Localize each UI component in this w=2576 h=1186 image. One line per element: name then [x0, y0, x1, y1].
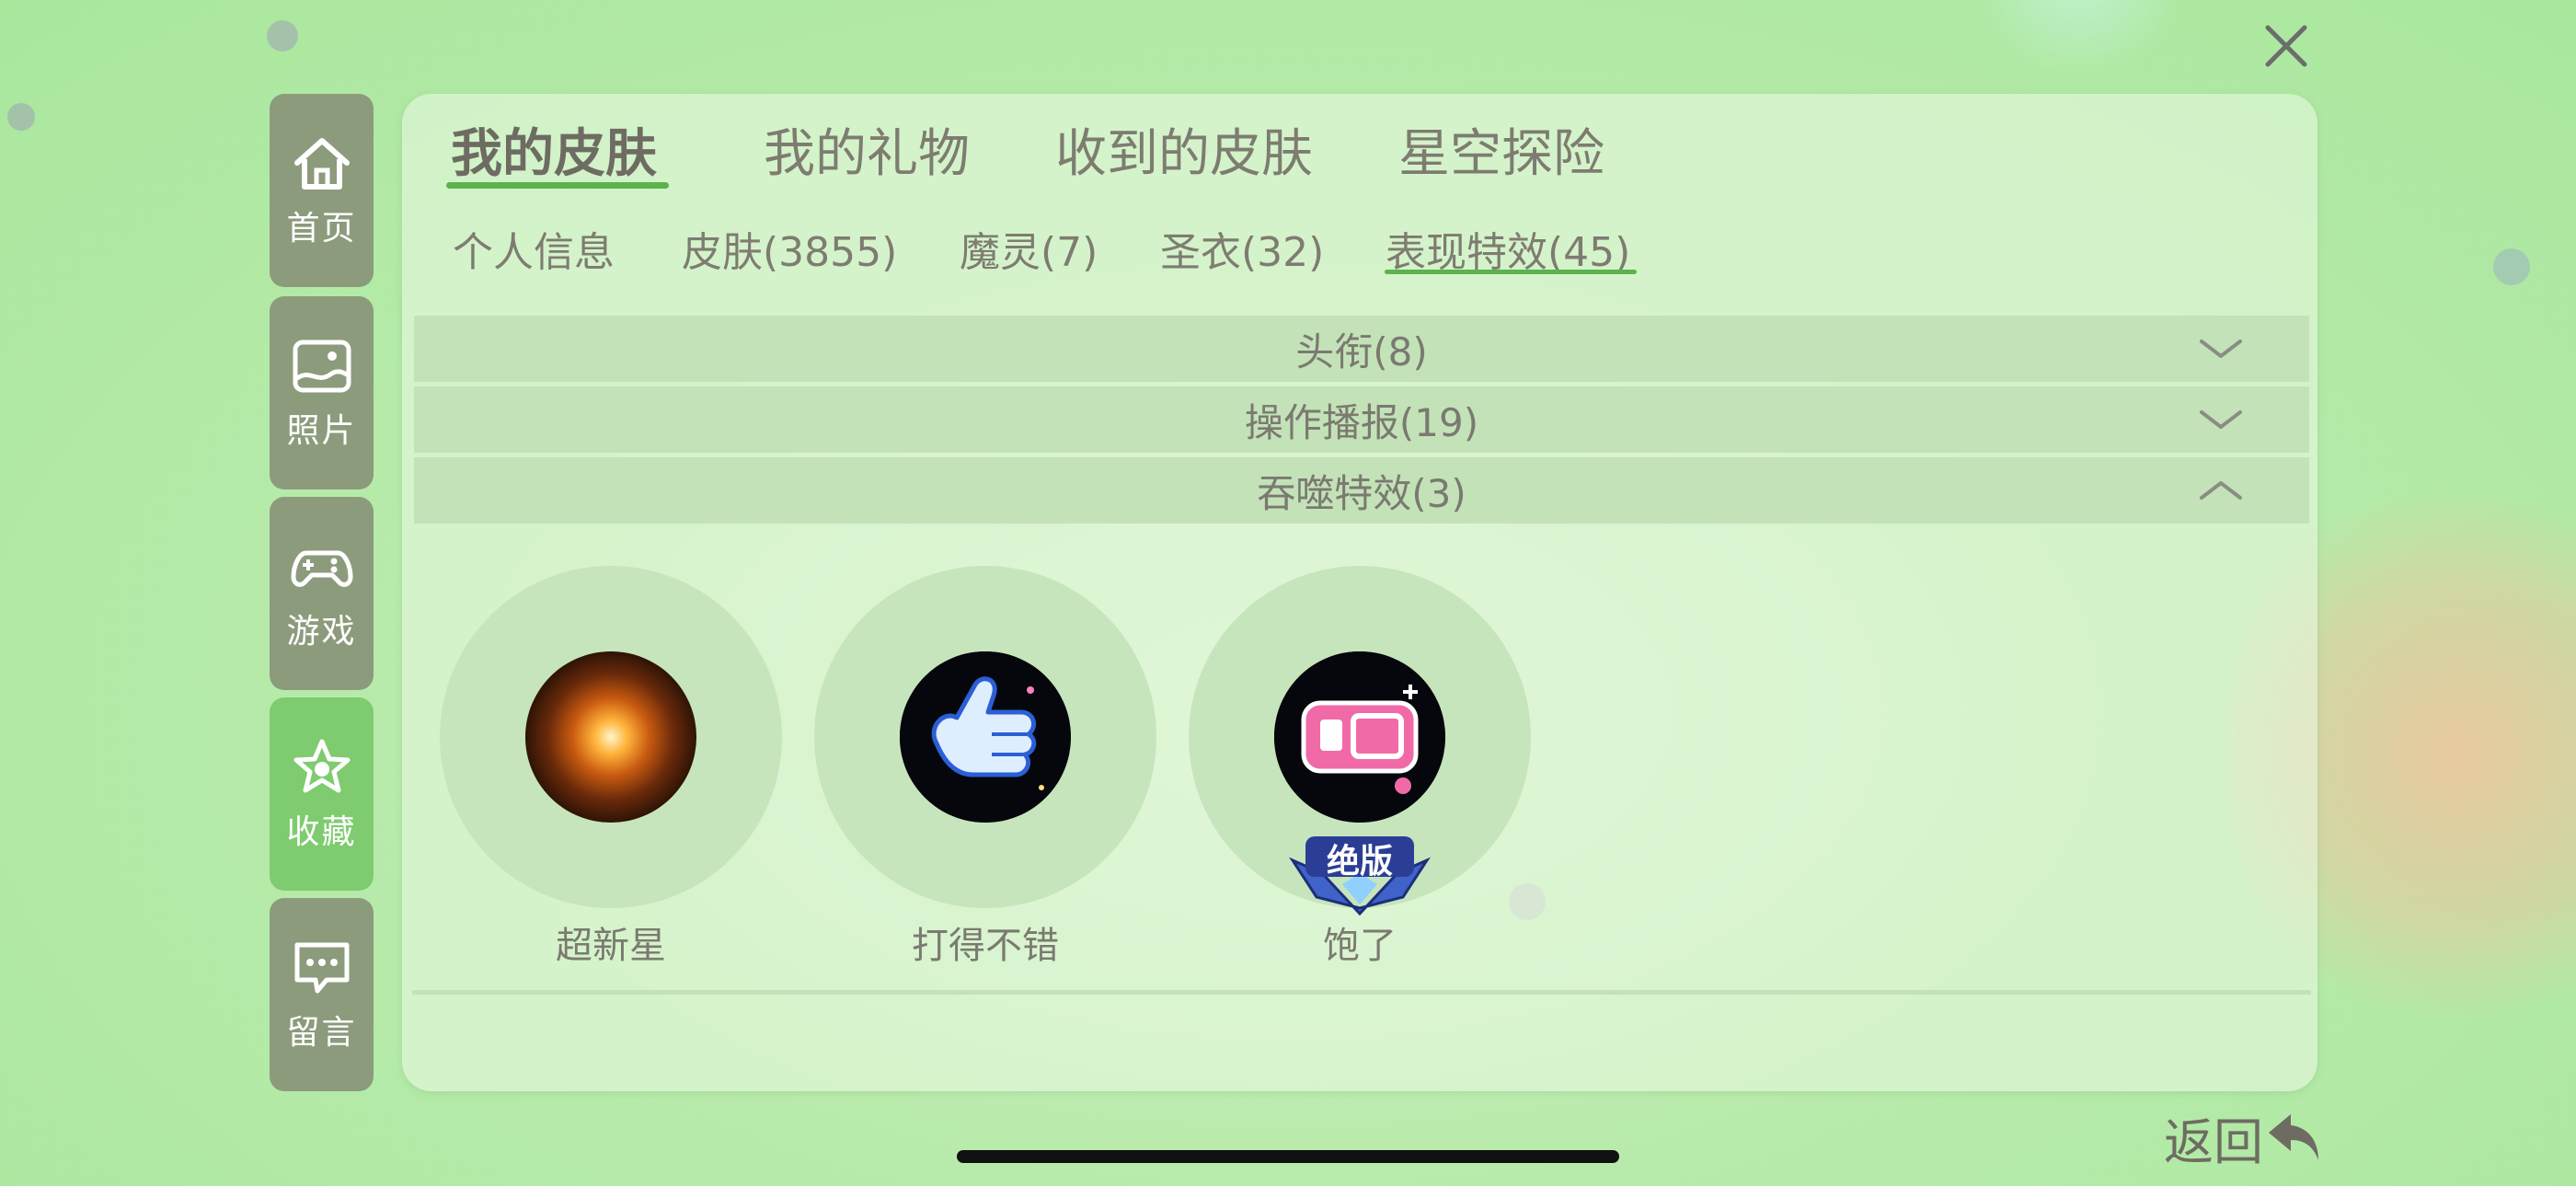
sidebar-item-label: 收藏 [286, 813, 357, 851]
home-icon [293, 138, 350, 190]
tab-active-indicator [446, 182, 669, 189]
effect-item-thumbs-up[interactable]: 打得不错 [814, 566, 1156, 967]
subtab-skins[interactable]: 皮肤(3855) [682, 219, 897, 278]
subtab-personal-info[interactable]: 个人信息 [453, 219, 615, 278]
effect-item-circle [814, 566, 1156, 908]
message-icon [294, 942, 349, 994]
sidebar-item-home[interactable]: 首页 [270, 94, 374, 287]
chevron-down-icon [2200, 340, 2242, 358]
back-label: 返回 [2164, 1112, 2263, 1171]
effect-item-circle [440, 566, 782, 908]
section-titles-header[interactable]: 头衔(8) [414, 316, 2309, 382]
effect-item-burp[interactable]: 绝版 饱了 [1189, 566, 1531, 967]
sidebar-item-label: 游戏 [286, 613, 357, 651]
return-arrow-icon [2269, 1114, 2318, 1160]
background-dot [267, 20, 298, 52]
background-dot [2493, 248, 2530, 285]
effect-item-label: 超新星 [556, 925, 666, 967]
sidebar-item-photo[interactable]: 照片 [270, 296, 374, 489]
sidebar-item-favorites[interactable]: 收藏 [270, 697, 374, 891]
thumbs-up-icon [900, 651, 1071, 823]
background-glow [1960, 0, 2199, 74]
supernova-icon [525, 651, 696, 823]
tab-my-skins[interactable]: 我的皮肤 [451, 112, 657, 187]
effect-item-supernova[interactable]: 超新星 [440, 566, 782, 967]
sidebar-item-label: 留言 [286, 1014, 357, 1052]
back-button[interactable]: 返回 [2164, 1100, 2328, 1174]
tab-received-skins[interactable]: 收到的皮肤 [1055, 112, 1313, 187]
section-title: 操作播报(19) [1244, 399, 1479, 445]
background-dot [7, 103, 35, 131]
section-devour-header[interactable]: 吞噬特效(3) [414, 457, 2309, 524]
section-divider [412, 990, 2311, 995]
sidebar-item-label: 照片 [286, 412, 357, 450]
close-icon [2265, 25, 2307, 67]
chevron-down-icon [2200, 410, 2242, 429]
effect-item-label: 打得不错 [912, 925, 1059, 967]
gamepad-icon [291, 550, 352, 587]
subtab-armor[interactable]: 圣衣(32) [1160, 219, 1324, 278]
subtab-spirits[interactable]: 魔灵(7) [960, 219, 1098, 278]
effect-item-circle: 绝版 [1189, 566, 1531, 915]
photo-icon [293, 340, 351, 393]
tab-starry-adventure[interactable]: 星空探险 [1398, 112, 1604, 187]
section-broadcast-header[interactable]: 操作播报(19) [414, 386, 2309, 453]
limited-edition-badge: 绝版 [1326, 843, 1393, 881]
effect-item-label: 饱了 [1323, 925, 1397, 967]
home-indicator[interactable] [957, 1150, 1619, 1163]
close-button[interactable] [2259, 18, 2314, 74]
sidebar-item-label: 首页 [286, 210, 357, 248]
section-title: 头衔(8) [1295, 328, 1428, 374]
sidebar-item-message[interactable]: 留言 [270, 898, 374, 1091]
section-title: 吞噬特效(3) [1257, 470, 1466, 516]
sidebar-item-game[interactable]: 游戏 [270, 497, 374, 690]
chevron-up-icon [2200, 481, 2242, 500]
burp-icon [1274, 651, 1445, 823]
star-icon [293, 739, 350, 793]
tab-my-gifts[interactable]: 我的礼物 [764, 112, 970, 187]
subtab-active-indicator [1385, 270, 1637, 274]
